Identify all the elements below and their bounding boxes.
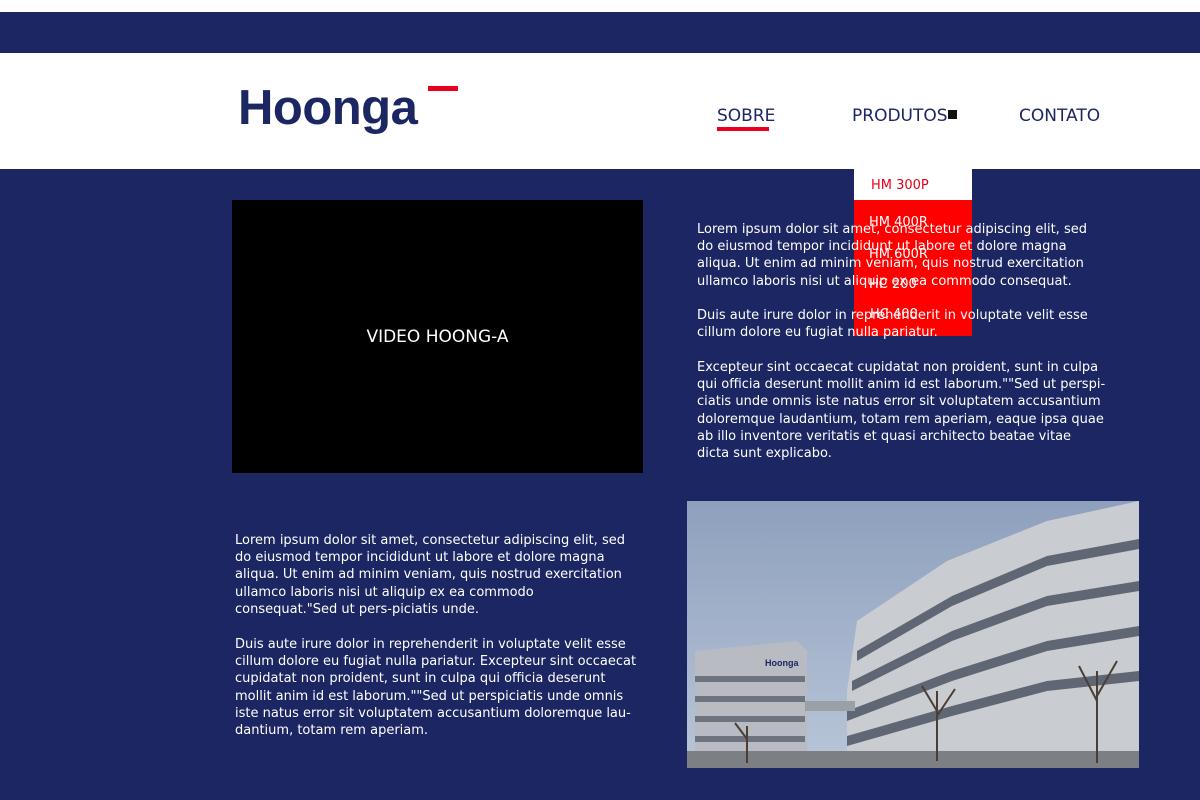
logo[interactable]: Hoonga bbox=[238, 80, 418, 136]
nav-sobre[interactable]: SOBRE bbox=[717, 104, 775, 128]
right-paragraph-3: Excepteur sint occaecat cupidatat non pr… bbox=[697, 360, 1106, 462]
nav-produtos[interactable]: PRODUTOS bbox=[852, 104, 948, 128]
left-paragraph-2: Duis aute irure dolor in reprehenderit i… bbox=[235, 637, 637, 739]
left-paragraph-1: Lorem ipsum dolor sit amet, consectetur … bbox=[235, 533, 625, 617]
nav-active-underline bbox=[717, 127, 769, 131]
right-paragraph-2: Duis aute irure dolor in reprehenderit i… bbox=[697, 308, 1088, 341]
building-sign: Hoonga bbox=[765, 658, 799, 668]
logo-macron bbox=[428, 86, 458, 91]
top-band bbox=[0, 12, 1200, 53]
nav-contato[interactable]: CONTATO bbox=[1019, 104, 1100, 128]
video-player[interactable]: VIDEO HOONG-A bbox=[232, 200, 643, 473]
building-photo: Hoonga bbox=[687, 501, 1139, 768]
video-label: VIDEO HOONG-A bbox=[366, 326, 509, 347]
dropdown-indicator-icon[interactable] bbox=[948, 110, 957, 119]
dropdown-item-hm-300p[interactable]: HM 300P bbox=[871, 178, 929, 194]
right-paragraph-1: Lorem ipsum dolor sit amet, consectetur … bbox=[697, 222, 1087, 289]
